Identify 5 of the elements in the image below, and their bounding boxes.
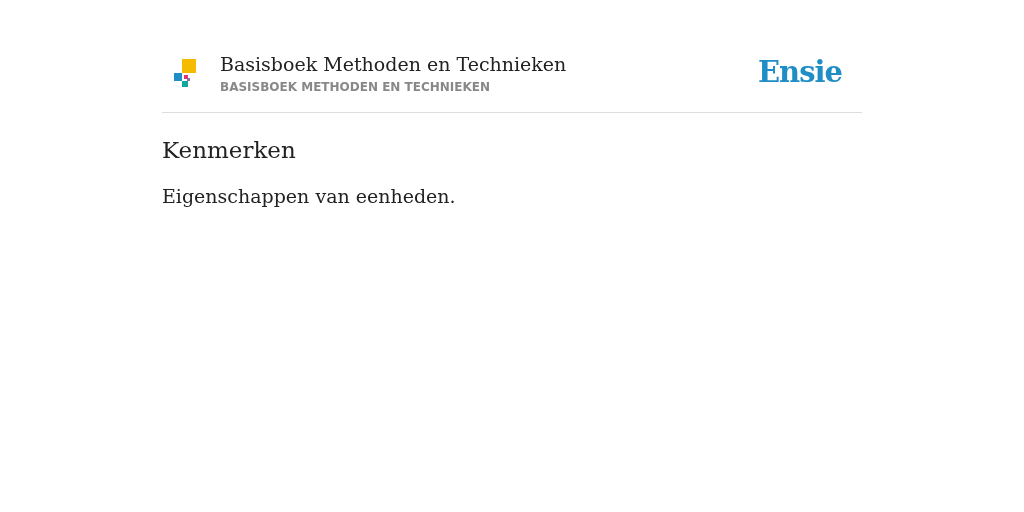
book-title: Basisboek Methoden en Technieken bbox=[220, 51, 568, 77]
site-logo[interactable]: Ensie bbox=[758, 55, 842, 89]
book-subtitle: BASISBOEK METHODEN EN TECHNIEKEN bbox=[220, 79, 492, 94]
article-heading: Kenmerken bbox=[162, 137, 297, 163]
article-text: Eigenschappen van eenheden. bbox=[162, 185, 457, 207]
